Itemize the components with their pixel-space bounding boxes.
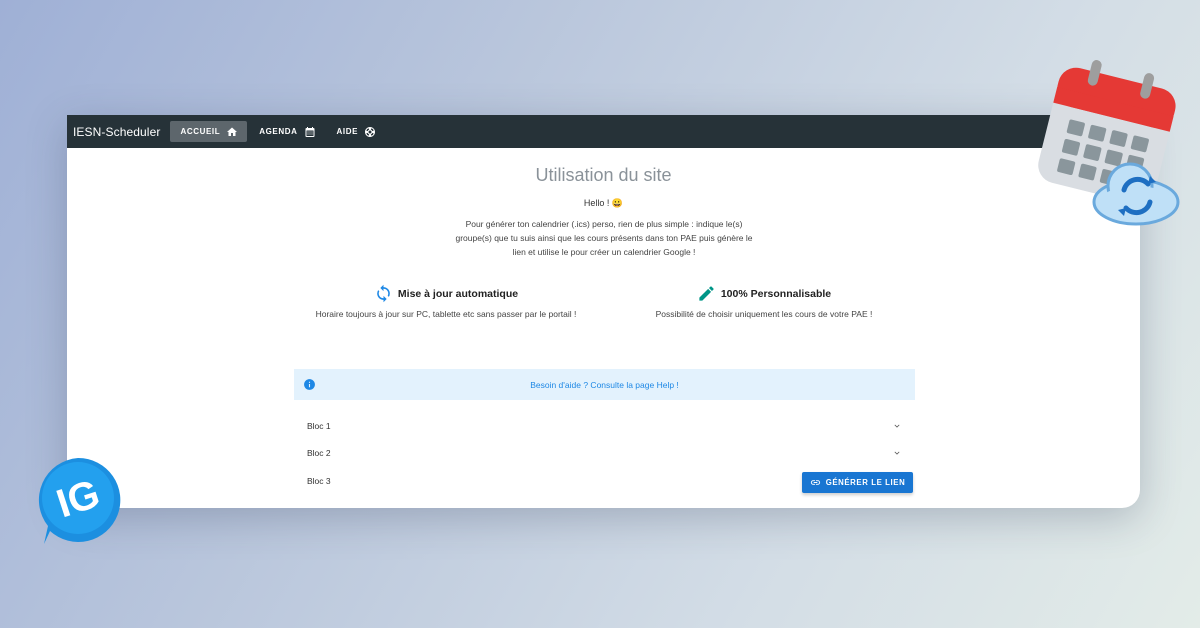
accordion-item-label: Bloc 1 [307, 420, 331, 431]
intro-text: Pour générer ton calendrier (.ics) perso… [455, 219, 753, 257]
accordion-item-label: Bloc 3 [307, 475, 331, 486]
top-navbar: IESN-Scheduler ACCUEIL AGENDA AIDE [67, 115, 1140, 148]
home-icon [227, 127, 238, 136]
nav-agenda-label: AGENDA [259, 127, 298, 136]
nav-aide-label: AIDE [336, 127, 359, 136]
feature-auto-update-title: Mise à jour automatique [397, 287, 519, 300]
chevron-down-icon [894, 451, 900, 455]
feature-customizable: 100% Personnalisable Possibilité de choi… [614, 284, 914, 319]
app-window: IESN-Scheduler ACCUEIL AGENDA AIDE Utili… [67, 115, 1140, 508]
info-icon [304, 379, 315, 390]
feature-auto-update: Mise à jour automatique Horaire toujours… [296, 284, 596, 319]
accordion-item-label: Bloc 2 [307, 448, 331, 459]
generate-link-button[interactable]: GÉNÉRER LE LIEN [802, 472, 913, 493]
help-link[interactable]: Besoin d'aide ? Consulte la page Help ! [530, 380, 679, 390]
main-content: Utilisation du site Hello ! 😀 Pour génér… [67, 148, 1140, 508]
brand-title[interactable]: IESN-Scheduler [73, 125, 160, 139]
sync-icon [377, 284, 390, 303]
hello-text: Hello ! 😀 [583, 198, 624, 208]
pencil-icon [699, 286, 714, 301]
nav-accueil[interactable]: ACCUEIL [170, 121, 248, 142]
nav-aide[interactable]: AIDE [327, 121, 386, 142]
feature-customizable-desc: Possibilité de choisir uniquement les co… [655, 309, 873, 319]
nav-agenda[interactable]: AGENDA [249, 121, 324, 142]
link-icon [810, 480, 820, 485]
ig-logo: IG [38, 457, 121, 544]
generate-link-label: GÉNÉRER LE LIEN [825, 478, 906, 487]
calendar-icon [305, 126, 314, 137]
page-title: Utilisation du site [535, 165, 672, 185]
feature-customizable-title: 100% Personnalisable [720, 287, 832, 300]
help-alert: Besoin d'aide ? Consulte la page Help ! [294, 369, 915, 400]
chevron-down-icon [894, 424, 900, 428]
lifebuoy-icon [365, 126, 376, 137]
calendar-cloud-sync-icon [1038, 60, 1180, 226]
nav-accueil-label: ACCUEIL [180, 127, 221, 136]
feature-auto-update-desc: Horaire toujours à jour sur PC, tablette… [315, 309, 577, 319]
accordion-item-bloc-1[interactable]: Bloc 1 [294, 412, 915, 440]
accordion-item-bloc-2[interactable]: Bloc 2 [294, 440, 915, 468]
